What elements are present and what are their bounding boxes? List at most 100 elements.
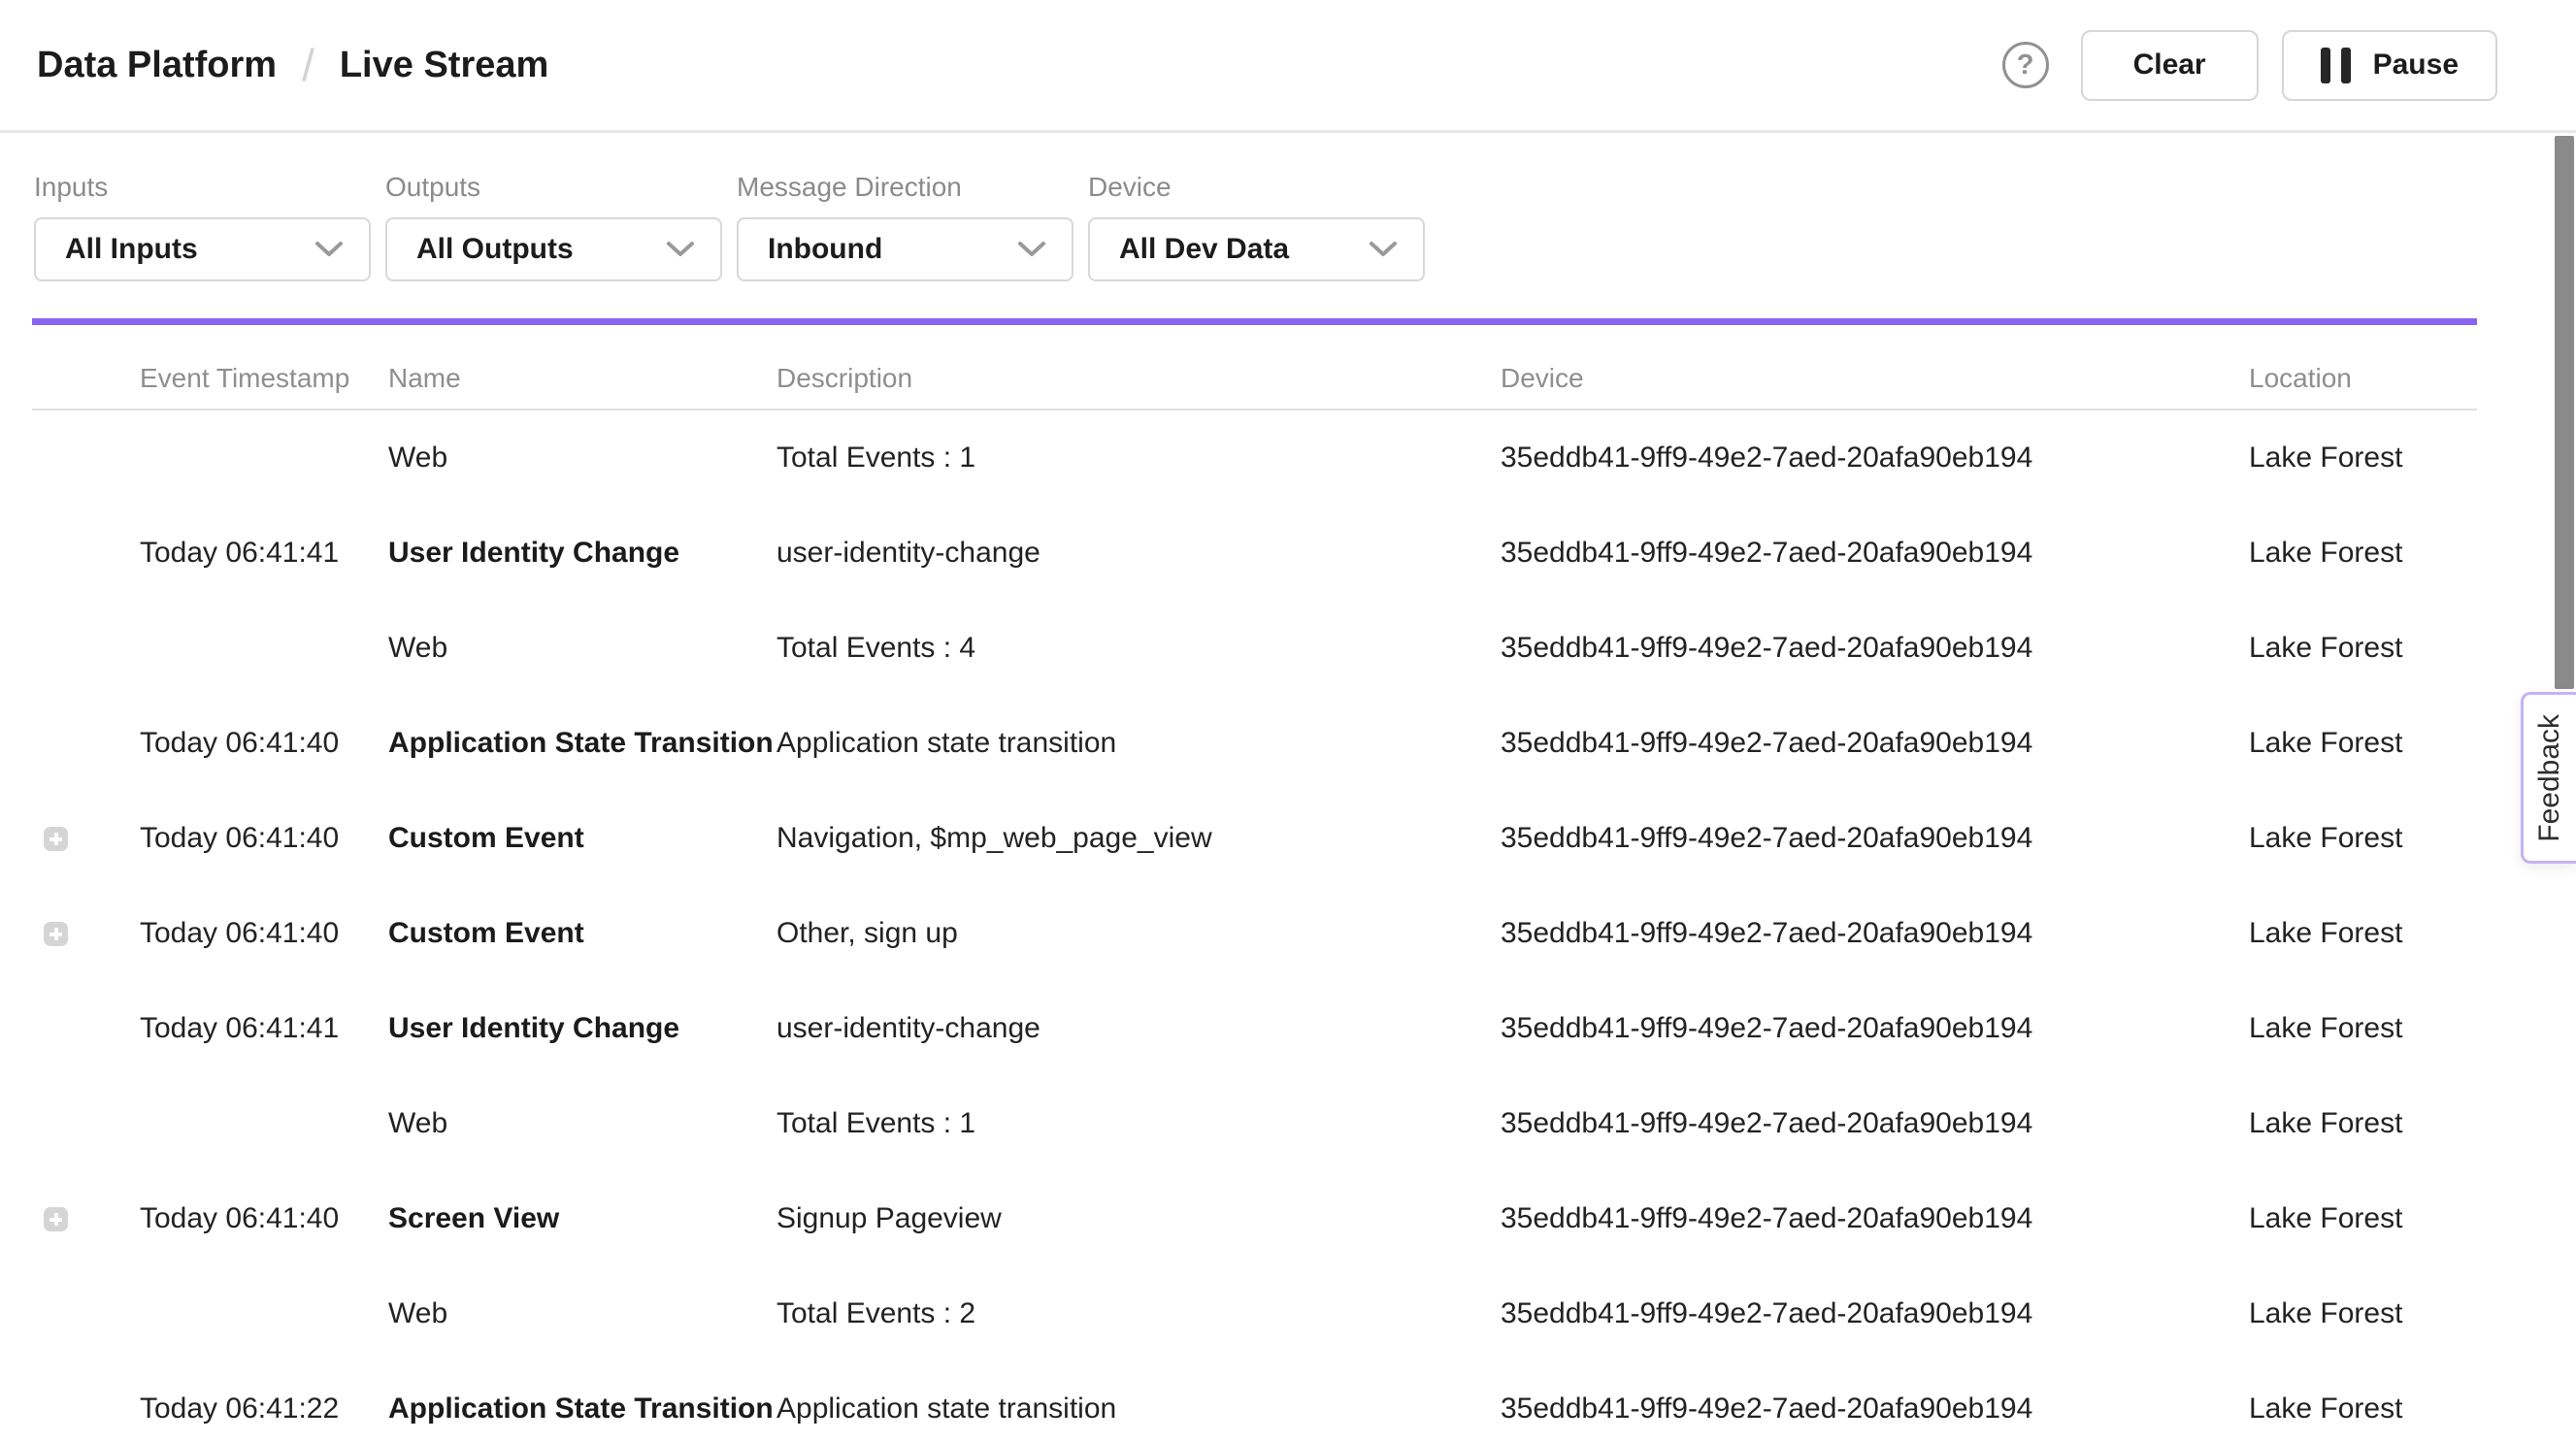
event-description: Total Events : 1 (776, 442, 1501, 475)
table-row: Today 06:41:41 User Identity Change user… (32, 506, 2477, 601)
pause-button[interactable]: Pause (2282, 30, 2497, 101)
pause-icon (2321, 48, 2351, 83)
event-name: Web (388, 442, 776, 475)
event-device: 35eddb41-9ff9-49e2-7aed-20afa90eb194 (1501, 822, 2249, 855)
chevron-down-icon (1369, 241, 1398, 258)
event-description: user-identity-change (776, 537, 1501, 570)
name-column-header: Name (388, 363, 776, 394)
event-description: user-identity-change (776, 1012, 1501, 1045)
inputs-dropdown-value: All Inputs (65, 233, 198, 266)
event-description: Navigation, $mp_web_page_view (776, 822, 1501, 855)
event-device: 35eddb41-9ff9-49e2-7aed-20afa90eb194 (1501, 442, 2249, 475)
chevron-down-icon (666, 241, 695, 258)
help-button[interactable]: ? (2002, 42, 2049, 88)
event-timestamp: Today 06:41:22 (140, 1393, 388, 1426)
event-device: 35eddb41-9ff9-49e2-7aed-20afa90eb194 (1501, 632, 2249, 665)
filters-bar: Inputs All Inputs Outputs All Outputs Me… (0, 133, 2576, 281)
live-stream-table: Event Timestamp Name Description Device … (32, 325, 2477, 1442)
table-row: Web Total Events : 1 35eddb41-9ff9-49e2-… (32, 1076, 2477, 1171)
top-bar: Data Platform / Live Stream ? Clear Paus… (0, 0, 2576, 133)
table-row: Web Total Events : 4 35eddb41-9ff9-49e2-… (32, 601, 2477, 696)
event-location: Lake Forest (2249, 727, 2477, 760)
event-name: User Identity Change (388, 537, 776, 570)
event-device: 35eddb41-9ff9-49e2-7aed-20afa90eb194 (1501, 1393, 2249, 1426)
event-device: 35eddb41-9ff9-49e2-7aed-20afa90eb194 (1501, 1297, 2249, 1330)
expand-row-button[interactable] (44, 1207, 68, 1231)
event-name: Application State Transition (388, 1393, 776, 1426)
event-location: Lake Forest (2249, 632, 2477, 665)
event-timestamp: Today 06:41:41 (140, 1012, 388, 1045)
event-timestamp: Today 06:41:40 (140, 727, 388, 760)
filter-message-direction: Message Direction Inbound (737, 172, 1073, 281)
event-name: Custom Event (388, 822, 776, 855)
outputs-filter-label: Outputs (385, 172, 722, 203)
vertical-scrollbar-thumb[interactable] (2555, 136, 2574, 689)
event-name: Web (388, 1297, 776, 1330)
message-direction-dropdown[interactable]: Inbound (737, 217, 1073, 281)
event-timestamp: Today 06:41:40 (140, 822, 388, 855)
expand-row-button[interactable] (44, 827, 68, 851)
filter-outputs: Outputs All Outputs (385, 172, 722, 281)
event-location: Lake Forest (2249, 537, 2477, 570)
device-dropdown-value: All Dev Data (1119, 233, 1289, 266)
table-row: Web Total Events : 2 35eddb41-9ff9-49e2-… (32, 1266, 2477, 1361)
table-row: Today 06:41:41 User Identity Change user… (32, 981, 2477, 1076)
table-body: Web Total Events : 1 35eddb41-9ff9-49e2-… (32, 410, 2477, 1442)
event-location: Lake Forest (2249, 1012, 2477, 1045)
table-header-row: Event Timestamp Name Description Device … (32, 325, 2477, 410)
event-device: 35eddb41-9ff9-49e2-7aed-20afa90eb194 (1501, 917, 2249, 950)
breadcrumb: Data Platform / Live Stream (37, 39, 548, 91)
table-row: Today 06:41:40 Custom Event Navigation, … (32, 791, 2477, 886)
feedback-tab[interactable]: Feedback (2521, 692, 2576, 864)
clear-button-label: Clear (2133, 49, 2206, 82)
table-row: Today 06:41:22 Application State Transit… (32, 1361, 2477, 1442)
filter-inputs: Inputs All Inputs (34, 172, 371, 281)
device-filter-label: Device (1088, 172, 1425, 203)
page-title: Live Stream (340, 45, 548, 86)
expand-row-button[interactable] (44, 922, 68, 946)
event-name: User Identity Change (388, 1012, 776, 1045)
description-column-header: Description (776, 363, 1501, 394)
inputs-filter-label: Inputs (34, 172, 371, 203)
event-name: Screen View (388, 1202, 776, 1235)
event-timestamp-column-header: Event Timestamp (140, 363, 388, 394)
event-timestamp: Today 06:41:41 (140, 537, 388, 570)
event-timestamp: Today 06:41:40 (140, 917, 388, 950)
event-device: 35eddb41-9ff9-49e2-7aed-20afa90eb194 (1501, 1202, 2249, 1235)
location-column-header: Location (2249, 363, 2477, 394)
event-location: Lake Forest (2249, 822, 2477, 855)
event-location: Lake Forest (2249, 1393, 2477, 1426)
pause-button-label: Pause (2373, 49, 2459, 82)
device-dropdown[interactable]: All Dev Data (1088, 217, 1425, 281)
event-location: Lake Forest (2249, 917, 2477, 950)
device-column-header: Device (1501, 363, 2249, 394)
event-device: 35eddb41-9ff9-49e2-7aed-20afa90eb194 (1501, 537, 2249, 570)
event-device: 35eddb41-9ff9-49e2-7aed-20afa90eb194 (1501, 727, 2249, 760)
question-mark-icon: ? (2017, 49, 2034, 82)
table-row: Today 06:41:40 Screen View Signup Pagevi… (32, 1171, 2477, 1266)
table-row: Web Total Events : 1 35eddb41-9ff9-49e2-… (32, 410, 2477, 506)
outputs-dropdown[interactable]: All Outputs (385, 217, 722, 281)
chevron-down-icon (1017, 241, 1046, 258)
event-description: Total Events : 2 (776, 1297, 1501, 1330)
event-location: Lake Forest (2249, 1202, 2477, 1235)
event-name: Application State Transition (388, 727, 776, 760)
accent-divider (32, 318, 2477, 325)
event-timestamp: Today 06:41:40 (140, 1202, 388, 1235)
feedback-tab-label: Feedback (2533, 714, 2566, 842)
breadcrumb-section[interactable]: Data Platform (37, 45, 277, 86)
event-device: 35eddb41-9ff9-49e2-7aed-20afa90eb194 (1501, 1012, 2249, 1045)
inputs-dropdown[interactable]: All Inputs (34, 217, 371, 281)
event-description: Total Events : 4 (776, 632, 1501, 665)
event-name: Custom Event (388, 917, 776, 950)
event-description: Application state transition (776, 727, 1501, 760)
filter-device: Device All Dev Data (1088, 172, 1425, 281)
outputs-dropdown-value: All Outputs (416, 233, 574, 266)
event-device: 35eddb41-9ff9-49e2-7aed-20afa90eb194 (1501, 1107, 2249, 1140)
event-name: Web (388, 1107, 776, 1140)
chevron-down-icon (314, 241, 344, 258)
event-description: Signup Pageview (776, 1202, 1501, 1235)
clear-button[interactable]: Clear (2081, 30, 2259, 101)
breadcrumb-separator: / (302, 39, 314, 91)
table-row: Today 06:41:40 Custom Event Other, sign … (32, 886, 2477, 981)
